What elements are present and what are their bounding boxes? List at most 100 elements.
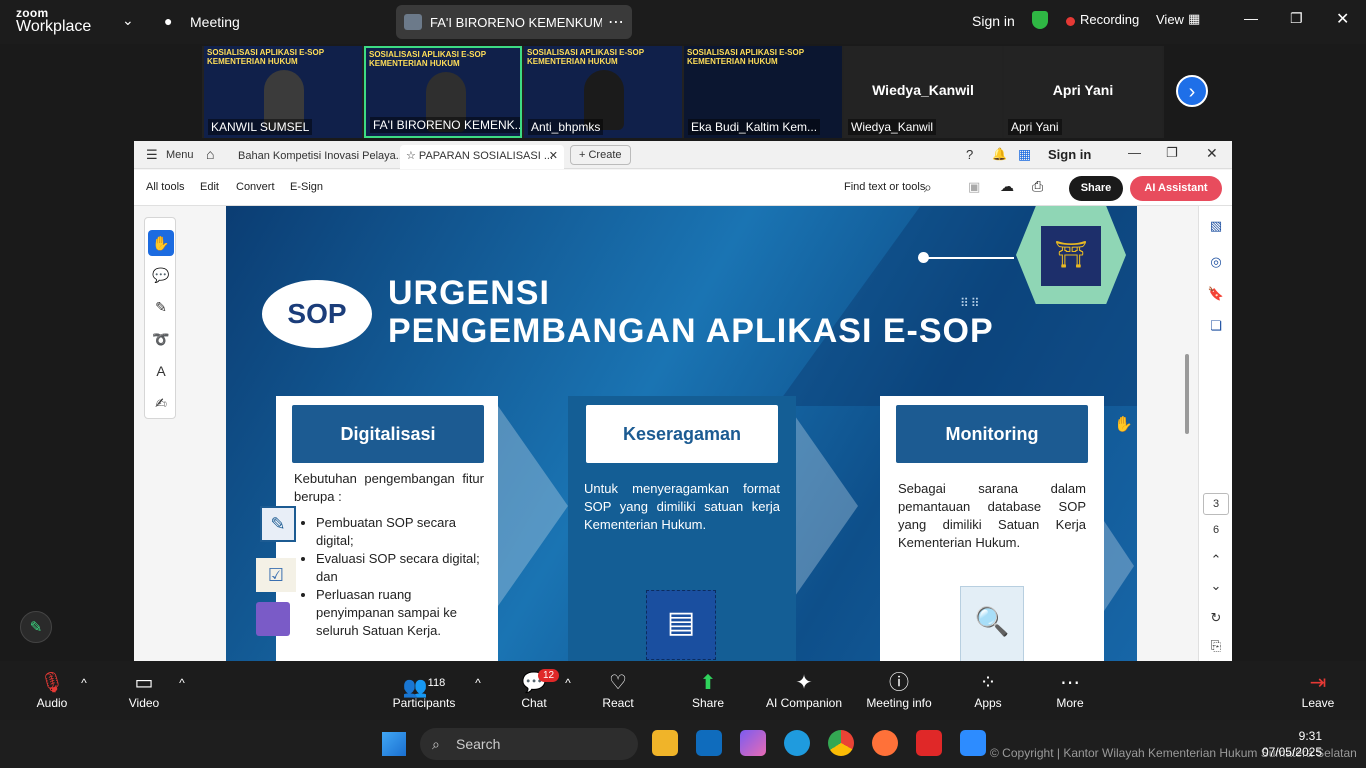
taskbar-search[interactable]: ⌕ Search [420,728,638,760]
meeting-info-button[interactable]: ⓘ Meeting info [862,661,936,720]
chrome-icon[interactable] [828,730,854,756]
page-down-icon[interactable]: ⌄ [1207,578,1225,596]
audio-button[interactable]: 🎙 Audio [30,661,74,720]
sign-in-link[interactable]: Sign in [972,13,1015,29]
comment-tool-icon[interactable]: 💬 [148,262,174,288]
lasso-tool-icon[interactable]: ➰ [148,326,174,352]
participant-tile-6[interactable]: Apri Yani Apri Yani [1004,46,1162,138]
restore-icon[interactable]: ❐ [1290,10,1303,27]
react-button[interactable]: ♡ React [596,661,640,720]
video-options-caret[interactable]: ^ [174,661,190,720]
video-button[interactable]: ▭ Video [122,661,166,720]
acro-close-icon[interactable]: ✕ [1206,145,1218,162]
minimize-icon[interactable]: — [1244,10,1258,26]
rotate-icon[interactable]: ↻ [1207,610,1225,628]
participants-button[interactable]: 👥118 Participants [388,661,460,720]
close-tab-icon[interactable]: ✕ [549,145,558,167]
audio-options-caret[interactable]: ^ [76,661,92,720]
menu-label[interactable]: Menu [166,149,194,161]
all-tools-menu[interactable]: All tools [146,181,185,193]
acrobat-icon[interactable] [916,730,942,756]
esign-menu[interactable]: E-Sign [290,181,323,193]
bookmark-icon[interactable]: 🔖 [1207,286,1225,304]
acro-minimize-icon[interactable]: — [1128,145,1141,160]
view-button[interactable]: View [1156,12,1184,27]
chat-button[interactable]: 💬 Chat 12 [514,661,560,720]
tab-bahan-kompetisi[interactable]: Bahan Kompetisi Inovasi Pelaya... [232,145,411,169]
find-text-field[interactable]: Find text or tools [844,181,925,193]
help-icon[interactable]: ? [966,147,973,162]
hamburger-icon[interactable]: ☰ [146,147,158,163]
print-icon[interactable]: ⎙ [1032,178,1043,195]
edge-icon[interactable] [784,730,810,756]
apps-button[interactable]: ⁘ Apps [966,661,1010,720]
annotation-toolbar: ✋ 💬 ✎ ➰ A ✍ [144,217,176,419]
tab-paparan-sosialisasi[interactable]: ☆ PAPARAN SOSIALISASI ... ✕ [400,145,564,169]
outlook-icon[interactable] [696,730,722,756]
more-button[interactable]: ⋯ More [1048,661,1092,720]
ai-companion-button[interactable]: ✦ AI Companion [762,661,846,720]
meeting-label[interactable]: Meeting [190,14,240,30]
page-edit-icon[interactable]: ▧ [1207,218,1225,236]
page-up-icon[interactable]: ⌃ [1207,552,1225,570]
recording-label[interactable]: Recording [1080,12,1139,27]
chat-options-caret[interactable]: ^ [560,661,576,720]
slide-title: URGENSI PENGEMBANGAN APLIKASI E-SOP [388,274,994,350]
windows-start-icon[interactable] [382,732,406,756]
zoom-app-icon[interactable] [960,730,986,756]
screen-share-indicator[interactable]: FA'I BIRORENO KEMENKUM's scr ⋯ [396,5,632,39]
column-keseragaman: Keseragaman Untuk menyeragamkan format S… [568,396,796,661]
pen-tool-icon[interactable]: ✎ [148,294,174,320]
participant-tile-1[interactable]: SOSIALISASI APLIKASI E-SOP KEMENTERIAN H… [204,46,362,138]
windows-taskbar: ⌕ Search © Copyright | Kantor Wilayah Ke… [0,720,1366,768]
share-screen-button[interactable]: ⬆ Share [686,661,730,720]
chat-badge: 12 [538,669,560,682]
acro-restore-icon[interactable]: ❐ [1166,145,1178,161]
participant-tile-4[interactable]: SOSIALISASI APLIKASI E-SOP KEMENTERIAN H… [684,46,842,138]
participant-tile-3[interactable]: SOSIALISASI APLIKASI E-SOP KEMENTERIAN H… [524,46,682,138]
create-button[interactable]: + Create [570,145,631,165]
ai-assistant-button[interactable]: AI Assistant [1130,176,1222,201]
text-tool-icon[interactable]: A [148,358,174,384]
next-page-button[interactable]: › [1176,75,1208,107]
firefox-icon[interactable] [872,730,898,756]
export-icon[interactable]: ⎘ [1207,638,1225,656]
info-icon: ⓘ [889,672,909,694]
leave-button[interactable]: ⇥ Leave [1296,661,1340,720]
scrollbar-thumb[interactable] [1185,354,1189,434]
bell-icon[interactable]: 🔔 [992,147,1007,161]
more-options-icon[interactable]: ⋯ [608,12,624,32]
annotate-pencil-icon[interactable]: ✎ [20,611,52,643]
acrobat-share-button[interactable]: Share [1069,176,1123,201]
participants-options-caret[interactable]: ^ [470,661,486,720]
current-page-field[interactable]: 3 [1203,493,1229,515]
chevron-down-icon[interactable]: ⌄ [122,12,134,29]
file-explorer-icon[interactable] [652,730,678,756]
search-icon: ⌕ [432,736,440,752]
edit-menu[interactable]: Edit [200,181,219,193]
card-monitoring-head: Monitoring [896,405,1088,463]
search-icon[interactable]: ⌕ [924,179,932,196]
copilot-icon[interactable] [740,730,766,756]
hand-tool-icon[interactable]: ✋ [148,230,174,256]
system-clock[interactable]: 9:31 07/05/2025 [1256,728,1322,760]
mic-muted-icon: 🎙 [39,672,65,694]
card-digitalisasi-intro: Kebutuhan pengembangan fitur berupa : [294,471,484,504]
participant-tile-5[interactable]: Wiedya_Kanwil Wiedya_Kanwil [844,46,1002,138]
home-icon[interactable]: ⌂ [206,146,214,162]
caret-up-icon: ^ [475,676,481,690]
list-item: Evaluasi SOP secara digital; dan [316,550,484,586]
list-item: Pembuatan SOP secara digital; [316,514,484,550]
more-label: More [1056,696,1084,710]
apps-grid-icon[interactable]: ▦ [1018,146,1031,163]
sign-tool-icon[interactable]: ✍ [148,390,174,416]
save-icon[interactable]: ▣ [968,179,980,195]
comments-icon[interactable]: ◎ [1207,254,1225,272]
participant-tile-2[interactable]: SOSIALISASI APLIKASI E-SOP KEMENTERIAN H… [364,46,522,138]
acrobat-sign-in[interactable]: Sign in [1048,147,1091,162]
grid-icon[interactable]: ▦ [1188,11,1200,27]
pages-icon[interactable]: ❏ [1207,318,1225,336]
upload-cloud-icon[interactable]: ☁ [1000,178,1014,195]
convert-menu[interactable]: Convert [236,181,275,193]
close-icon[interactable]: ✕ [1336,9,1349,29]
